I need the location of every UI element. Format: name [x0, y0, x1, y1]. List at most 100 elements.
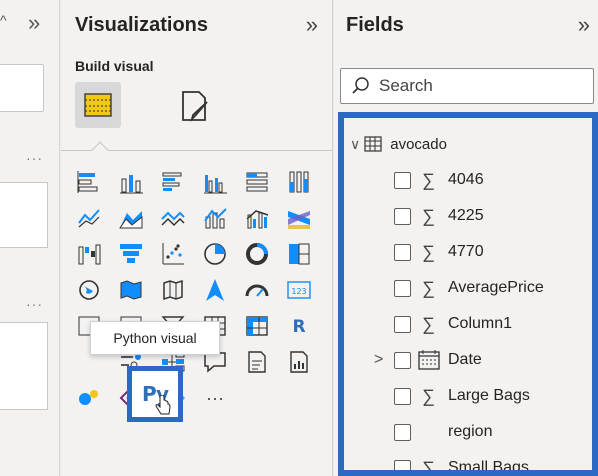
matrix-icon[interactable] [243, 312, 271, 340]
field-checkbox[interactable] [394, 171, 411, 189]
fields-title: Fields [346, 14, 404, 36]
field-checkbox[interactable] [394, 387, 411, 405]
smart-narrative-icon[interactable] [243, 348, 271, 376]
field-row[interactable]: ∑ AveragePrice [344, 274, 592, 302]
field-checkbox[interactable] [394, 279, 411, 297]
azure-map-icon[interactable] [201, 276, 229, 304]
field-checkbox[interactable] [394, 207, 411, 225]
expand-chevron-icon[interactable]: » [28, 10, 40, 36]
search-icon [352, 77, 369, 94]
empty-slot [243, 384, 271, 412]
table-icon [364, 136, 382, 152]
table-fields-icon [84, 93, 112, 117]
field-checkbox[interactable] [394, 243, 411, 261]
filled-map-icon[interactable] [117, 276, 145, 304]
empty-slot [285, 384, 313, 412]
donut-chart-icon[interactable] [243, 240, 271, 268]
shape-map-icon[interactable] [159, 276, 187, 304]
pie-chart-icon[interactable] [201, 240, 229, 268]
sigma-icon: ∑ [422, 205, 435, 226]
metrics-visual-icon[interactable] [75, 384, 103, 412]
filter-card[interactable] [0, 182, 48, 248]
field-checkbox[interactable] [394, 459, 411, 470]
field-label: Date [448, 351, 482, 368]
field-row[interactable]: > Date [344, 346, 592, 374]
field-label: 4046 [448, 171, 484, 188]
clustered-bar-chart-icon[interactable] [159, 168, 187, 196]
stacked-area-chart-icon[interactable] [159, 204, 187, 232]
tab-notch [91, 141, 109, 159]
sigma-icon: ∑ [422, 277, 435, 298]
card-icon[interactable]: 123 [285, 276, 313, 304]
filter-card[interactable] [0, 322, 48, 410]
python-visual-tooltip: Python visual [90, 321, 220, 355]
line-and-stacked-column-icon[interactable] [201, 204, 229, 232]
caret-icon[interactable]: ^ [0, 12, 7, 28]
gauge-icon[interactable] [243, 276, 271, 304]
field-label: region [448, 423, 493, 440]
collapse-chevron-icon[interactable]: » [306, 12, 318, 38]
sigma-icon: ∑ [422, 457, 435, 476]
hand-cursor-icon [154, 394, 172, 422]
table-name: avocado [390, 135, 447, 153]
python-visual-button[interactable]: Py [127, 366, 183, 422]
field-row[interactable]: ∑ Large Bags [344, 382, 592, 410]
sigma-icon: ∑ [422, 169, 435, 190]
field-checkbox[interactable] [394, 423, 411, 441]
build-visual-tab[interactable] [75, 82, 121, 128]
area-chart-icon[interactable] [117, 204, 145, 232]
field-label: AveragePrice [448, 279, 544, 296]
search-input[interactable] [379, 76, 579, 96]
more-options-icon[interactable]: ··· [26, 296, 43, 312]
line-chart-icon[interactable] [75, 204, 103, 232]
format-visual-tab[interactable] [175, 86, 215, 126]
waterfall-chart-icon[interactable] [75, 240, 103, 268]
line-and-clustered-column-icon[interactable] [243, 204, 271, 232]
more-options-icon[interactable]: ··· [26, 150, 43, 166]
more-visuals-icon[interactable]: ··· [201, 384, 229, 412]
field-checkbox[interactable] [394, 315, 411, 333]
treemap-icon[interactable] [285, 240, 313, 268]
sigma-icon: ∑ [422, 241, 435, 262]
visual-type-grid: 123 R ··· [75, 168, 315, 420]
field-label: Small Bags [448, 459, 529, 476]
field-row[interactable]: ∑ Column1 [344, 310, 592, 338]
field-row[interactable]: ∑ 4225 [344, 202, 592, 230]
paintbrush-page-icon [182, 91, 208, 122]
calendar-icon [418, 350, 440, 370]
build-visual-label: Build visual [75, 58, 154, 74]
stacked-bar-chart-icon[interactable] [75, 168, 103, 196]
clustered-column-chart-icon[interactable] [201, 168, 229, 196]
filters-pane: ^ » ··· ··· [0, 0, 60, 476]
visualizations-pane: Visualizations » Build visual 123 R ··· … [61, 0, 333, 476]
field-label: 4770 [448, 243, 484, 260]
map-icon[interactable] [75, 276, 103, 304]
field-row[interactable]: ∑ 4046 [344, 166, 592, 194]
funnel-chart-icon[interactable] [117, 240, 145, 268]
field-label: 4225 [448, 207, 484, 224]
scatter-chart-icon[interactable] [159, 240, 187, 268]
fields-list-highlight: ∨ avocado ∑ 4046 ∑ 4225 ∑ 4770 ∑ Average… [338, 112, 598, 476]
table-avocado[interactable]: ∨ avocado [350, 132, 447, 156]
svg-text:R: R [292, 317, 305, 337]
chevron-down-icon[interactable]: ∨ [350, 136, 360, 153]
field-row[interactable]: region [344, 418, 592, 446]
100-stacked-bar-chart-icon[interactable] [243, 168, 271, 196]
chevron-right-icon[interactable]: > [374, 351, 383, 369]
paginated-report-icon[interactable] [285, 348, 313, 376]
field-label: Large Bags [448, 387, 530, 404]
fields-search-box[interactable] [340, 68, 594, 104]
r-script-visual-icon[interactable]: R [285, 312, 313, 340]
field-checkbox[interactable] [394, 351, 411, 369]
fields-pane: Fields » ∨ avocado ∑ 4046 ∑ 4225 ∑ 4770 … [334, 0, 598, 476]
ribbon-chart-icon[interactable] [285, 204, 313, 232]
field-row[interactable]: ∑ Small Bags [344, 454, 592, 476]
filter-card[interactable] [0, 64, 44, 112]
sigma-icon: ∑ [422, 313, 435, 334]
stacked-column-chart-icon[interactable] [117, 168, 145, 196]
collapse-chevron-icon[interactable]: » [578, 12, 590, 38]
field-row[interactable]: ∑ 4770 [344, 238, 592, 266]
sigma-icon: ∑ [422, 385, 435, 406]
visualizations-title: Visualizations [75, 14, 209, 36]
100-stacked-column-chart-icon[interactable] [285, 168, 313, 196]
